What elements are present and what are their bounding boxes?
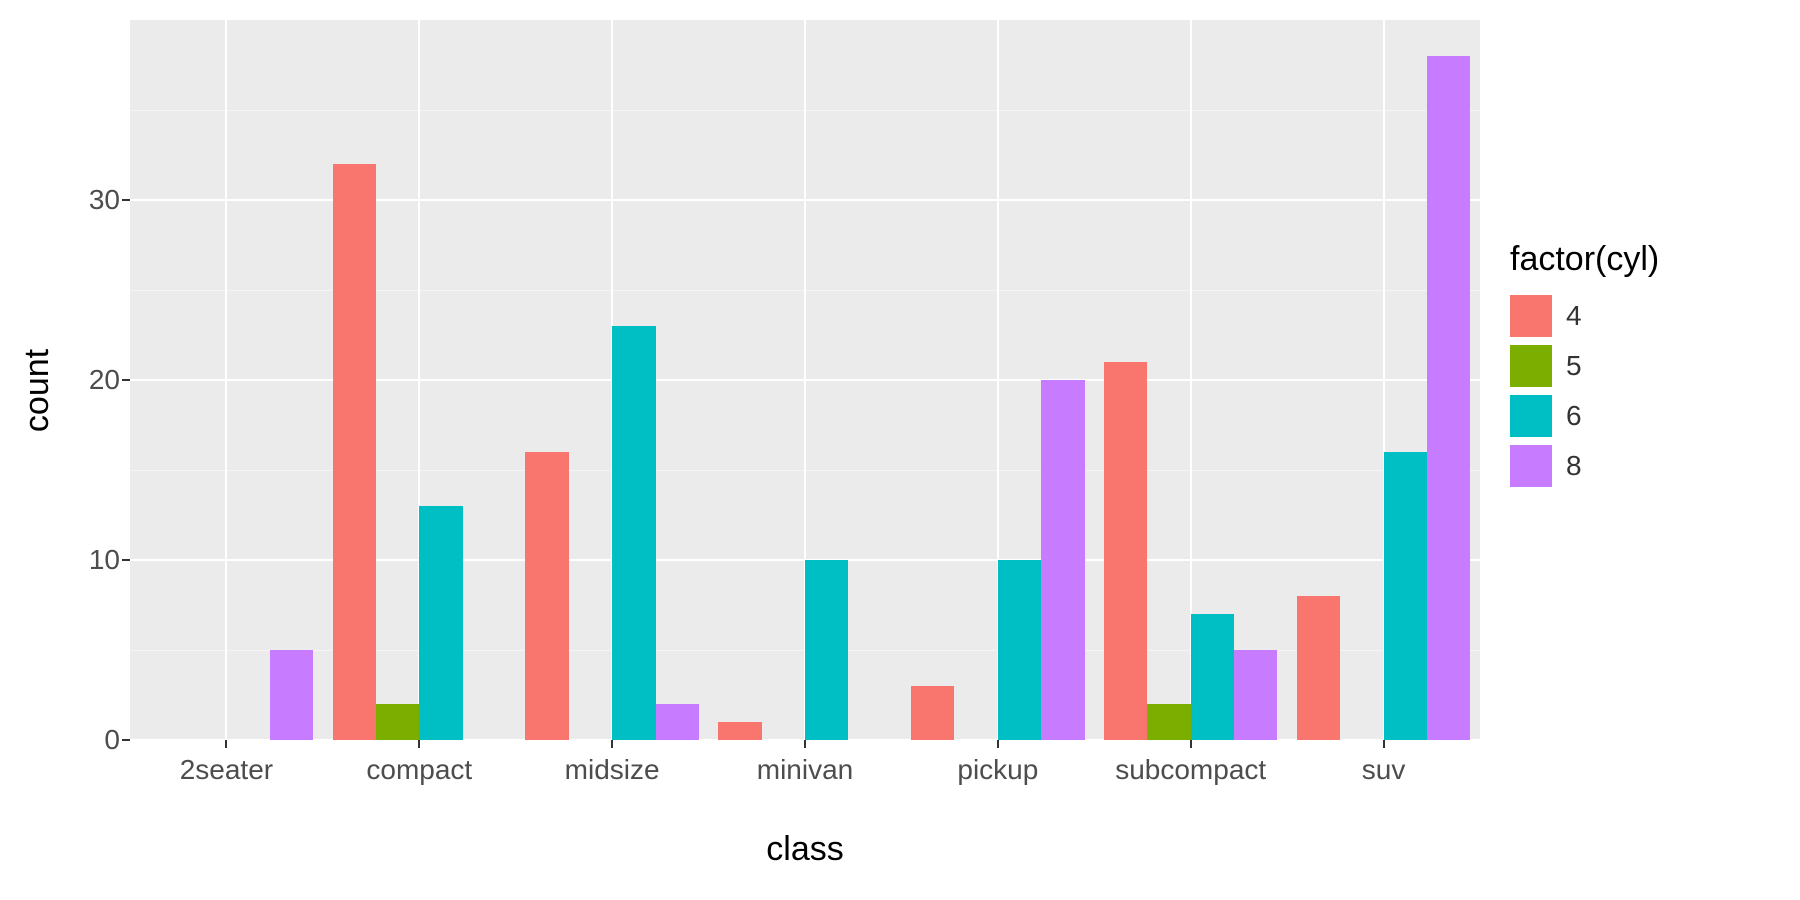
x-tick-mark	[804, 740, 806, 748]
legend-label: 5	[1566, 350, 1582, 382]
bar	[1427, 56, 1470, 740]
legend-item: 8	[1510, 445, 1770, 487]
bar	[1384, 452, 1427, 740]
grid-major-v	[225, 20, 227, 740]
bar	[911, 686, 954, 740]
bar	[1191, 614, 1234, 740]
y-tick-mark	[122, 379, 130, 381]
x-tick-label: suv	[1362, 754, 1406, 786]
legend-key	[1510, 445, 1552, 487]
x-axis-label: class	[130, 830, 1480, 869]
bar	[805, 560, 848, 740]
x-tick-label: pickup	[957, 754, 1038, 786]
legend-swatch	[1510, 445, 1552, 487]
x-tick-mark	[611, 740, 613, 748]
legend-item: 4	[1510, 295, 1770, 337]
y-tick-label: 10	[89, 544, 120, 576]
x-tick-label: 2seater	[180, 754, 273, 786]
bar	[419, 506, 462, 740]
legend-key	[1510, 345, 1552, 387]
bar-chart: count 0 10 20 30 2seater compact midsize miniv…	[0, 0, 1800, 900]
y-tick-mark	[122, 559, 130, 561]
legend-item: 5	[1510, 345, 1770, 387]
legend-label: 6	[1566, 400, 1582, 432]
legend-swatch	[1510, 295, 1552, 337]
y-tick-mark	[122, 739, 130, 741]
y-axis: 0102030	[70, 20, 130, 740]
x-tick-mark	[225, 740, 227, 748]
legend-label: 8	[1566, 450, 1582, 482]
bar	[718, 722, 761, 740]
y-tick-mark	[122, 199, 130, 201]
bar	[1104, 362, 1147, 740]
x-axis: 2seater compact midsize minivan pickup subcom…	[130, 740, 1480, 800]
legend-item: 6	[1510, 395, 1770, 437]
bar	[1147, 704, 1190, 740]
y-tick-label: 20	[89, 364, 120, 396]
legend-swatch	[1510, 345, 1552, 387]
bar	[656, 704, 699, 740]
legend-key	[1510, 295, 1552, 337]
bar	[525, 452, 568, 740]
x-tick-label: minivan	[757, 754, 853, 786]
bar	[1041, 380, 1084, 740]
y-axis-label: count	[8, 0, 68, 780]
bar	[612, 326, 655, 740]
bar	[1234, 650, 1277, 740]
x-tick-mark	[997, 740, 999, 748]
x-tick-mark	[1190, 740, 1192, 748]
x-tick-label: midsize	[565, 754, 660, 786]
legend-title: factor(cyl)	[1510, 240, 1770, 279]
legend-label: 4	[1566, 300, 1582, 332]
plot-panel	[130, 20, 1480, 740]
bar	[998, 560, 1041, 740]
legend: factor(cyl) 4 5 6 8	[1510, 240, 1770, 495]
x-tick-mark	[418, 740, 420, 748]
bar	[1297, 596, 1340, 740]
bar	[376, 704, 419, 740]
bar	[270, 650, 313, 740]
x-tick-label: compact	[366, 754, 472, 786]
y-tick-label: 0	[104, 724, 120, 756]
legend-swatch	[1510, 395, 1552, 437]
bar	[333, 164, 376, 740]
x-tick-mark	[1383, 740, 1385, 748]
x-tick-label: subcompact	[1115, 754, 1266, 786]
y-tick-label: 30	[89, 184, 120, 216]
legend-key	[1510, 395, 1552, 437]
